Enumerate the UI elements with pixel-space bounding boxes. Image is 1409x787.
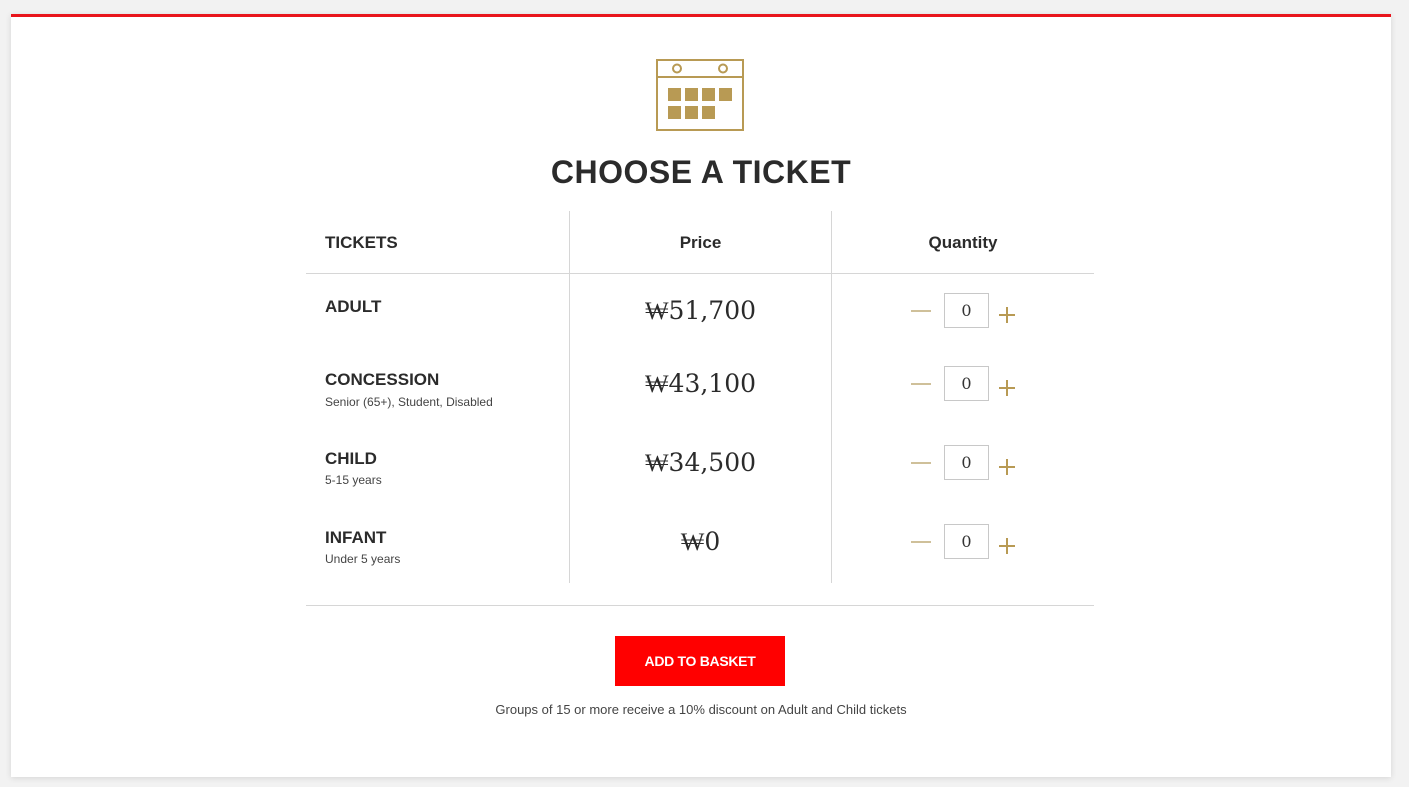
- decrease-adult-button[interactable]: [911, 310, 931, 312]
- ticket-name-concession: CONCESSION: [325, 370, 440, 389]
- increase-infant-button[interactable]: [999, 538, 1015, 554]
- ticket-price-adult: ₩51,700: [644, 296, 757, 325]
- decrease-child-button[interactable]: [911, 462, 931, 464]
- table-bottom-divider: [306, 605, 1094, 606]
- ticket-price-infant: ₩0: [680, 527, 721, 556]
- header-divider: [306, 273, 1094, 274]
- column-divider: [831, 211, 832, 583]
- add-to-basket-button[interactable]: ADD TO BASKET: [615, 636, 785, 686]
- quantity-input-infant[interactable]: 0: [944, 524, 989, 559]
- decrease-infant-button[interactable]: [911, 541, 931, 543]
- quantity-input-concession[interactable]: 0: [944, 366, 989, 401]
- ticket-subtitle-infant: Under 5 years: [325, 552, 401, 566]
- ticket-price-concession: ₩43,100: [644, 369, 757, 398]
- column-header-tickets: TICKETS: [325, 233, 398, 252]
- ticket-subtitle-concession: Senior (65+), Student, Disabled: [325, 395, 493, 409]
- decrease-concession-button[interactable]: [911, 383, 931, 385]
- increase-child-button[interactable]: [999, 459, 1015, 475]
- ticket-subtitle-child: 5-15 years: [325, 473, 382, 487]
- ticket-card: CHOOSE A TICKET TICKETS Price Quantity A…: [11, 14, 1391, 777]
- quantity-input-child[interactable]: 0: [944, 445, 989, 480]
- page-title: CHOOSE A TICKET: [550, 154, 852, 190]
- ticket-name-child: CHILD: [325, 449, 377, 468]
- column-header-quantity: Quantity: [928, 233, 998, 252]
- column-header-price: Price: [679, 233, 722, 252]
- ticket-name-adult: ADULT: [325, 297, 382, 316]
- increase-adult-button[interactable]: [999, 307, 1015, 323]
- group-discount-note: Groups of 15 or more receive a 10% disco…: [495, 702, 907, 717]
- ticket-price-child: ₩34,500: [644, 448, 757, 477]
- calendar-icon: [656, 59, 744, 131]
- ticket-name-infant: INFANT: [325, 528, 387, 547]
- increase-concession-button[interactable]: [999, 380, 1015, 396]
- quantity-input-adult[interactable]: 0: [944, 293, 989, 328]
